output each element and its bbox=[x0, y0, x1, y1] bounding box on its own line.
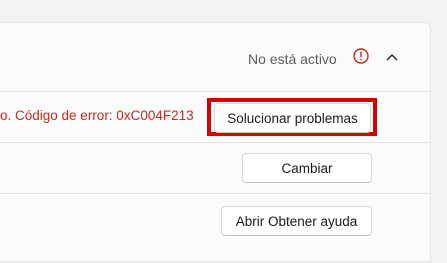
change-key-row: Cambiar bbox=[0, 143, 431, 194]
activation-status-text: No está activo bbox=[248, 51, 337, 67]
chevron-up-icon bbox=[386, 54, 398, 61]
error-code-text: o. Código de error: 0xC004F213 bbox=[0, 108, 194, 123]
change-button[interactable]: Cambiar bbox=[242, 153, 372, 183]
collapse-button[interactable] bbox=[382, 47, 402, 67]
get-help-row: Abrir Obtener ayuda bbox=[0, 194, 431, 263]
error-row: o. Código de error: 0xC004F213 Soluciona… bbox=[0, 92, 431, 143]
activation-panel: No está activo o. Código de error: 0xC00… bbox=[0, 22, 431, 262]
troubleshoot-button[interactable]: Solucionar problemas bbox=[214, 103, 371, 133]
activation-state-header[interactable]: No está activo bbox=[0, 23, 431, 92]
open-get-help-button[interactable]: Abrir Obtener ayuda bbox=[221, 206, 372, 236]
info-circle-icon bbox=[353, 48, 369, 64]
